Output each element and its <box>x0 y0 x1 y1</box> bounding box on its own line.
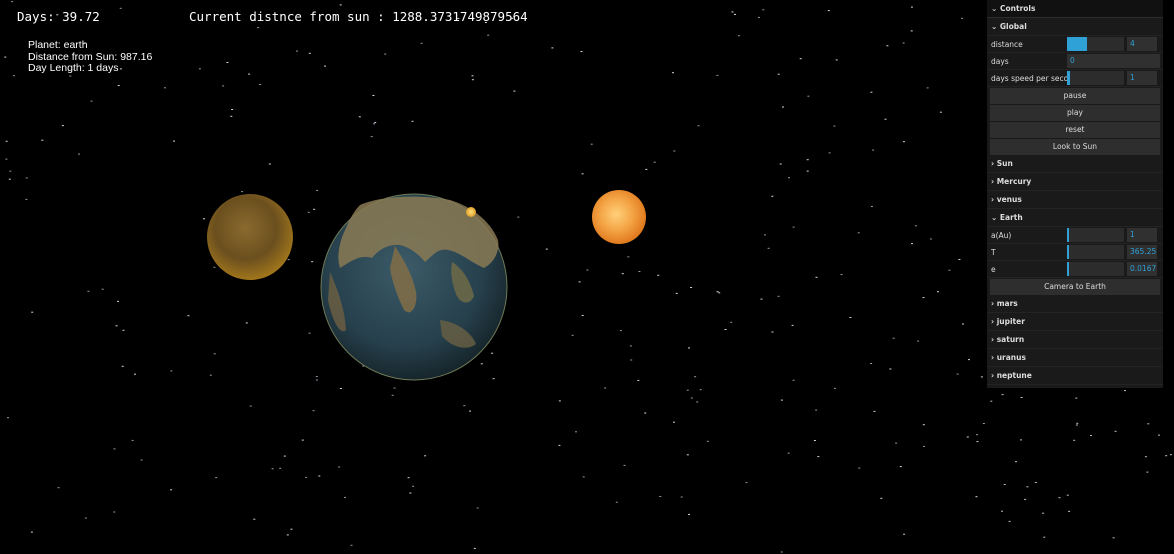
speed-control: days speed per second 1 <box>987 70 1163 87</box>
controls-panel: ⌄ Controls ⌄ Global distance 4 days 0 day… <box>987 0 1163 388</box>
days-input[interactable]: 0 <box>1067 54 1160 68</box>
distance-control: distance 4 <box>987 36 1163 53</box>
camera-to-earth-button[interactable]: Camera to Earth <box>990 279 1160 296</box>
e-slider[interactable] <box>1067 262 1124 276</box>
a-input[interactable]: 1 <box>1127 228 1157 242</box>
sun-folder[interactable]: › Sun <box>987 155 1163 173</box>
reset-button[interactable]: reset <box>990 122 1160 139</box>
distance-slider[interactable] <box>1067 37 1124 51</box>
venus-planet[interactable] <box>207 194 293 280</box>
distance-input[interactable]: 4 <box>1127 37 1157 51</box>
a-control: a(Au) 1 <box>987 227 1163 244</box>
e-control: e 0.0167 <box>987 261 1163 278</box>
global-folder[interactable]: ⌄ Global <box>987 18 1163 36</box>
speed-input[interactable]: 1 <box>1127 71 1157 85</box>
mercury-folder[interactable]: › Mercury <box>987 173 1163 191</box>
controls-folder[interactable]: ⌄ Controls <box>987 0 1163 18</box>
mars-folder[interactable]: › mars <box>987 295 1163 313</box>
distance-label: distance <box>991 39 1023 49</box>
speed-slider[interactable] <box>1067 71 1124 85</box>
days-readout: Days: 39.72 <box>17 9 100 24</box>
saturn-folder[interactable]: › saturn <box>987 331 1163 349</box>
sun-distance-readout: Current distnce from sun : 1288.37317498… <box>189 9 528 24</box>
jupiter-folder[interactable]: › jupiter <box>987 313 1163 331</box>
t-label: T <box>991 247 996 257</box>
play-button[interactable]: play <box>990 105 1160 122</box>
earth-planet[interactable] <box>320 193 508 381</box>
e-input[interactable]: 0.0167 <box>1127 262 1157 276</box>
days-control: days 0 <box>987 53 1163 70</box>
sun[interactable] <box>592 190 646 244</box>
chevron-down-icon: ⌄ <box>991 22 1000 31</box>
look-to-sun-button[interactable]: Look to Sun <box>990 139 1160 156</box>
planet-day-length: Day Length: 1 days <box>28 62 119 74</box>
venus-folder[interactable]: › venus <box>987 191 1163 209</box>
neptune-folder[interactable]: › neptune <box>987 367 1163 385</box>
days-label: days <box>991 56 1009 66</box>
a-slider[interactable] <box>1067 228 1124 242</box>
uranus-folder[interactable]: › uranus <box>987 349 1163 367</box>
t-slider[interactable] <box>1067 245 1124 259</box>
planet-info-panel: Planet: earth Distance from Sun: 987.16 … <box>28 39 152 75</box>
pause-button[interactable]: pause <box>990 88 1160 105</box>
moon[interactable] <box>466 207 476 217</box>
a-label: a(Au) <box>991 230 1012 240</box>
earth-folder[interactable]: ⌄ Earth <box>987 209 1163 227</box>
planet-name: Planet: earth <box>28 39 88 51</box>
t-control: T 365.25 <box>987 244 1163 261</box>
e-label: e <box>991 264 996 274</box>
chevron-down-icon: ⌄ <box>991 213 1000 222</box>
speed-label: days speed per second <box>991 73 1067 83</box>
chevron-down-icon: ⌄ <box>991 4 998 13</box>
t-input[interactable]: 365.25 <box>1127 245 1157 259</box>
